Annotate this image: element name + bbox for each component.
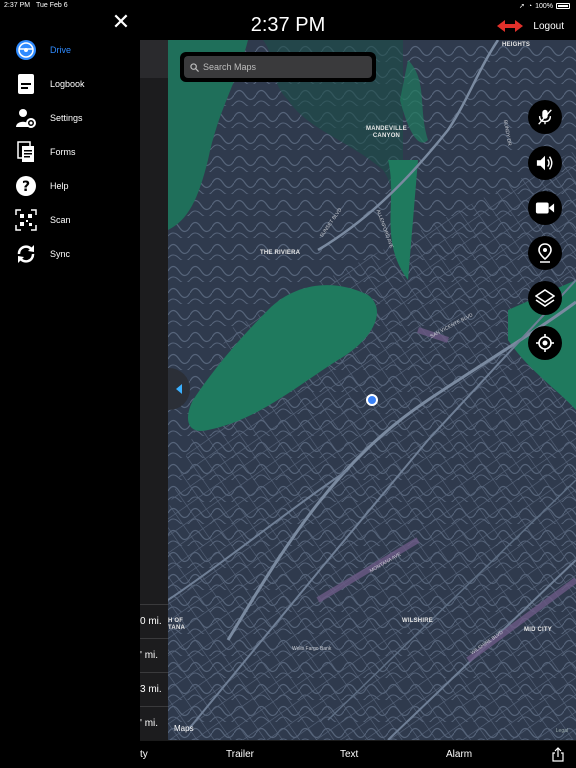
sync-icon [14, 242, 38, 266]
steering-wheel-icon [14, 38, 38, 62]
distance-row[interactable]: 3 mi. [140, 672, 168, 706]
map-label: MID CITY [524, 627, 552, 633]
wifi-icon: ◔ [527, 2, 533, 10]
distance-row[interactable]: 0 mi. [140, 604, 168, 638]
sidebar-item-label: Help [50, 181, 69, 191]
chevron-left-icon [176, 384, 182, 394]
header-clock: 2:37 PM [250, 14, 326, 36]
map-label: MANDEVILLE CANYON [366, 126, 407, 139]
map-base [168, 40, 576, 740]
location-arrow-icon: ➚ [518, 3, 525, 10]
layers-button[interactable] [528, 281, 562, 315]
status-bar: 2:37 PM Tue Feb 6 ➚ ◔ 100% [0, 0, 576, 12]
map-label: THE RIVIERA [260, 250, 301, 256]
status-date: Tue Feb 6 [36, 2, 68, 9]
sidebar-item-label: Drive [50, 45, 72, 55]
search-bar[interactable]: Search Maps [180, 52, 376, 82]
layers-icon [535, 289, 555, 307]
tab-partial[interactable]: ty [140, 749, 148, 760]
map-label: H OF TANA [168, 618, 186, 631]
distance-row[interactable]: ' mi. [140, 706, 168, 740]
search-input[interactable]: Search Maps [184, 56, 372, 78]
settings-icon [14, 106, 38, 130]
side-menu: Drive Logbook Settings Forms ? Help Scan… [0, 40, 140, 768]
sidebar-item-sync[interactable]: Sync [14, 242, 70, 266]
camera-button[interactable] [528, 191, 562, 225]
sidebar-item-label: Forms [50, 147, 76, 157]
volume-icon [536, 155, 553, 171]
bottom-toolbar: ty Trailer Text Alarm [140, 740, 576, 768]
forms-icon [14, 140, 38, 164]
map-label: WILSHIRE [402, 618, 433, 624]
sidebar-item-forms[interactable]: Forms [14, 140, 76, 164]
sidebar-item-label: Settings [50, 113, 83, 123]
current-location-dot [366, 394, 378, 406]
top-bar: ✕ 2:37 PM Logout [0, 11, 576, 40]
share-icon[interactable] [552, 747, 564, 762]
tab-alarm[interactable]: Alarm [446, 749, 472, 760]
map-view[interactable]: Search Maps HEIGHTS MANDEVILLE CANYON TH… [168, 40, 576, 740]
recenter-button[interactable] [528, 326, 562, 360]
mute-button[interactable] [528, 100, 562, 134]
help-icon: ? [14, 174, 38, 198]
status-time: 2:37 PM [4, 2, 31, 9]
camera-icon [535, 202, 555, 214]
legal-link[interactable]: Legal [556, 728, 568, 734]
logout-label: Logout [533, 20, 564, 32]
battery-icon [556, 3, 570, 9]
sidebar-item-settings[interactable]: Settings [14, 106, 83, 130]
search-icon [190, 62, 199, 72]
sidebar-item-logbook[interactable]: Logbook [14, 72, 85, 96]
status-right: ➚ ◔ 100% [519, 2, 570, 10]
mute-icon [538, 109, 552, 125]
recenter-icon [536, 334, 554, 352]
maps-attribution: Maps [172, 724, 194, 733]
svg-text:?: ? [22, 179, 30, 195]
route-panel-header [140, 40, 168, 78]
tab-trailer[interactable]: Trailer [226, 749, 254, 760]
pin-button[interactable] [528, 236, 562, 270]
maps-attribution-label: Maps [174, 724, 194, 733]
logbook-icon [14, 72, 38, 96]
sidebar-item-label: Sync [50, 249, 71, 259]
logout-arrows-icon [497, 20, 524, 32]
volume-button[interactable] [528, 146, 562, 180]
sidebar-item-label: Scan [50, 215, 71, 225]
route-panel: 0 mi. ' mi. 3 mi. ' mi. [140, 40, 168, 740]
sidebar-item-label: Logbook [50, 79, 85, 89]
logout-button[interactable]: Logout [497, 20, 564, 32]
map-label: HEIGHTS [502, 42, 531, 48]
tab-text[interactable]: Text [340, 749, 358, 760]
sidebar-item-drive[interactable]: Drive [14, 38, 71, 62]
distance-row[interactable]: ' mi. [140, 638, 168, 672]
pin-icon [538, 243, 552, 263]
battery-percent: 100% [535, 2, 553, 10]
poi-label: Wells Fargo Bank [292, 646, 332, 652]
sidebar-item-scan[interactable]: Scan [14, 208, 71, 232]
qr-scan-icon [14, 208, 38, 232]
search-placeholder: Search Maps [203, 62, 257, 72]
sidebar-item-help[interactable]: ? Help [14, 174, 69, 198]
